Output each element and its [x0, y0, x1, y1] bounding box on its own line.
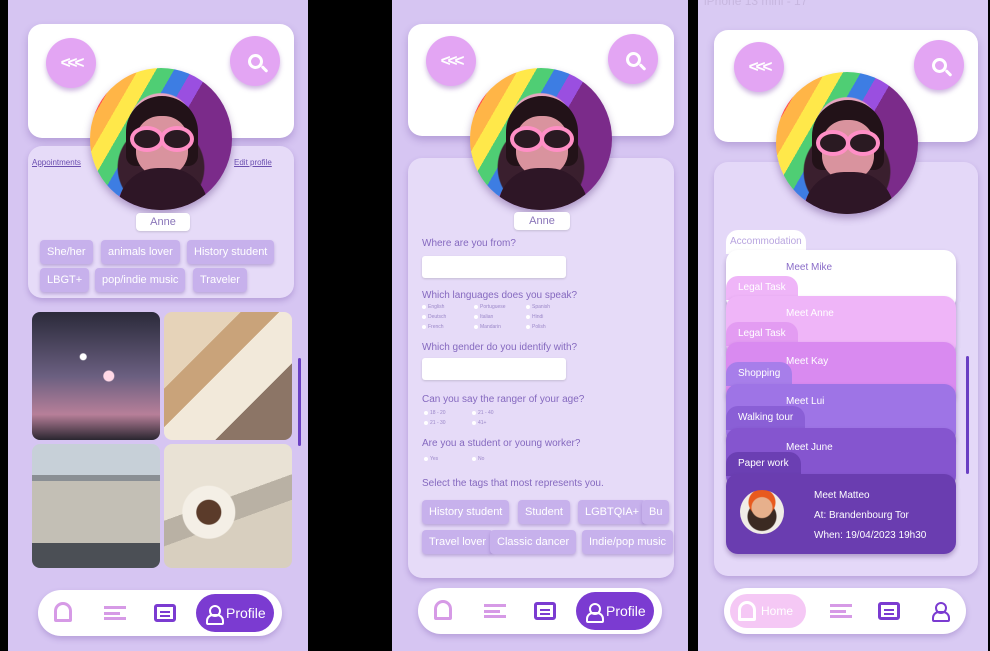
avatar [776, 72, 918, 214]
student-option[interactable]: Yes [424, 456, 438, 462]
language-option[interactable]: Deutsch [422, 314, 446, 320]
tag[interactable]: Indie/pop music [582, 530, 674, 554]
language-option[interactable]: Polish [526, 324, 546, 330]
tag[interactable]: Traveler [193, 268, 247, 292]
language-option[interactable]: Hindi [526, 314, 543, 320]
attendee-avatar [740, 490, 784, 534]
edit-profile-link[interactable]: Edit profile [234, 158, 272, 167]
profile-nav-label: Profile [606, 603, 646, 619]
chat-icon[interactable] [878, 602, 900, 620]
back-button[interactable]: <<< [426, 36, 476, 86]
question-languages: Which languages does you speak? [422, 290, 578, 301]
search-button[interactable] [230, 36, 280, 86]
appointment-time: When: 19/04/2023 19h30 [814, 530, 927, 541]
appointments-screen: iPhone 13 mini - 17 <<< Accommodation Me… [698, 0, 988, 651]
language-option[interactable]: Mandarin [474, 324, 501, 330]
person-icon [586, 603, 604, 623]
profile-name: Anne [514, 212, 570, 230]
back-button[interactable]: <<< [734, 42, 784, 92]
chat-icon[interactable] [534, 602, 556, 620]
tag[interactable]: pop/indie music [95, 268, 186, 292]
photo-brandenburg-gate[interactable] [32, 444, 160, 568]
scrollbar[interactable] [966, 356, 969, 474]
list-icon[interactable] [830, 604, 852, 618]
profile-nav-label: Profile [226, 605, 266, 621]
search-button[interactable] [608, 34, 658, 84]
appointments-link[interactable]: Appointments [32, 158, 81, 167]
language-option[interactable]: French [422, 324, 444, 330]
question-from: Where are you from? [422, 238, 516, 249]
photo-concert[interactable] [32, 312, 160, 440]
tag[interactable]: LBGT+ [40, 268, 90, 292]
person-icon [206, 605, 224, 625]
language-option[interactable]: Portuguese [474, 304, 506, 310]
list-icon[interactable] [484, 604, 506, 618]
home-nav-button[interactable]: Home [730, 594, 806, 628]
search-icon [931, 57, 947, 73]
language-option[interactable]: English [422, 304, 444, 310]
profile-nav-button[interactable]: Profile [196, 594, 274, 632]
gender-input[interactable] [422, 358, 566, 380]
appointment-title: Meet Anne [786, 308, 834, 319]
edit-profile-screen: <<< Anne Where are you from? Which langu… [392, 0, 688, 651]
category-tab[interactable]: Walking tour [726, 406, 806, 430]
back-button[interactable]: <<< [46, 38, 96, 88]
device-label: iPhone 13 mini - 17 [704, 0, 808, 8]
category-tab[interactable]: Paper work [726, 452, 801, 476]
age-option[interactable]: 41+ [472, 420, 486, 426]
appointment-title: Meet Matteo [814, 490, 870, 501]
chat-icon[interactable] [154, 604, 176, 622]
age-option[interactable]: 18 - 20 [424, 410, 446, 416]
search-icon [625, 51, 641, 67]
tag[interactable]: History student [422, 500, 510, 524]
language-option[interactable]: Spanish [526, 304, 550, 310]
tag[interactable]: Bu [642, 500, 670, 524]
search-button[interactable] [914, 40, 964, 90]
photo-books-coffee[interactable] [164, 444, 292, 568]
home-nav-label: Home [761, 604, 794, 618]
scrollbar[interactable] [298, 358, 301, 446]
tag[interactable]: History student [187, 240, 275, 264]
home-icon [738, 601, 756, 621]
tag[interactable]: Classic dancer [490, 530, 577, 554]
age-option[interactable]: 21 - 30 [424, 420, 446, 426]
tag[interactable]: She/her [40, 240, 93, 264]
tag[interactable]: animals lover [101, 240, 180, 264]
home-icon[interactable] [434, 600, 452, 620]
profile-name: Anne [136, 213, 190, 231]
appointment-location: At: Brandenbourg Tor [814, 510, 909, 521]
student-option[interactable]: No [472, 456, 484, 462]
profile-nav-button[interactable]: Profile [576, 592, 654, 630]
tag[interactable]: LGBTQIA+ [578, 500, 647, 524]
photo-coffee-desk[interactable] [164, 312, 292, 440]
question-student: Are you a student or young worker? [422, 438, 581, 449]
question-gender: Which gender do you identify with? [422, 342, 578, 353]
appointment-title: Meet June [786, 442, 833, 453]
question-age: Can you say the ranger of your age? [422, 394, 585, 405]
appointment-title: Meet Kay [786, 356, 829, 367]
tag[interactable]: Student [518, 500, 570, 524]
category-tab[interactable]: Shopping [726, 362, 793, 386]
age-option[interactable]: 21 - 40 [472, 410, 494, 416]
from-input[interactable] [422, 256, 566, 278]
avatar [470, 68, 612, 210]
profile-screen: <<< Appointments Edit profile Anne She/h… [8, 0, 308, 651]
tag[interactable]: Travel lover [422, 530, 494, 554]
appointment-title: Meet Mike [786, 262, 833, 273]
search-icon [247, 53, 263, 69]
avatar [90, 68, 232, 210]
list-icon[interactable] [104, 606, 126, 620]
home-icon[interactable] [54, 602, 72, 622]
language-option[interactable]: Italian [474, 314, 493, 320]
question-tags: Select the tags that most represents you… [422, 478, 604, 489]
